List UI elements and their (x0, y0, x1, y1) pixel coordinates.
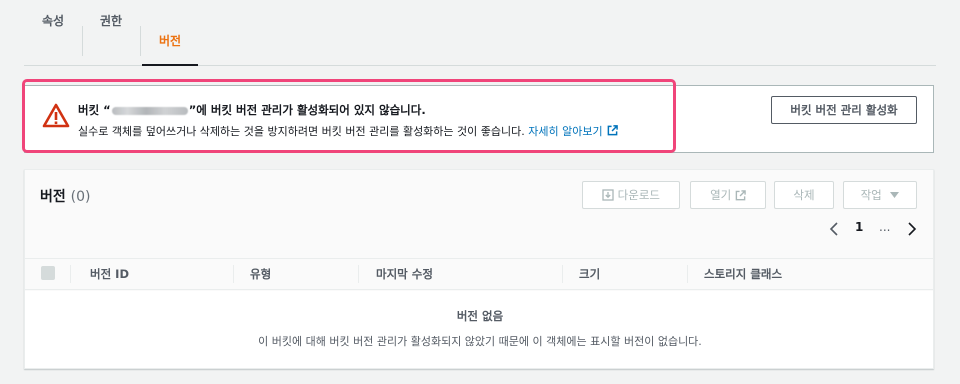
column-divider (562, 265, 563, 283)
column-header-version-id[interactable]: 버전 ID (90, 266, 129, 282)
alert-title-suffix: ”에 버킷 버전 관리가 활성화되어 있지 않습니다. (188, 103, 426, 117)
tab-divider (82, 26, 83, 56)
empty-state-title: 버전 없음 (456, 309, 504, 323)
next-page-icon[interactable] (907, 222, 917, 236)
alert-title: 버킷 “ ”에 버킷 버전 관리가 활성화되어 있지 않습니다. (78, 102, 426, 118)
open-button[interactable]: 열기 (690, 181, 766, 209)
tab-properties[interactable]: 속성 (34, 0, 72, 46)
tab-versions[interactable]: 버전 (142, 20, 198, 66)
version-count: (0) (70, 189, 91, 205)
enable-versioning-button[interactable]: 버킷 버전 관리 활성화 (771, 96, 917, 124)
page-number[interactable]: 1 (855, 220, 863, 234)
tab-divider (140, 26, 141, 56)
delete-button[interactable]: 삭제 (774, 181, 834, 209)
download-label: 다운로드 (617, 188, 660, 202)
select-all-checkbox[interactable] (41, 266, 55, 280)
page-ellipsis: ... (879, 220, 891, 234)
open-label: 열기 (710, 188, 732, 202)
column-header-last-modified[interactable]: 마지막 수정 (376, 266, 433, 282)
learn-more-label: 자세히 알아보기 (528, 125, 603, 138)
learn-more-link[interactable]: 자세히 알아보기 (528, 125, 618, 138)
empty-state-description: 이 버킷에 대해 버킷 버전 관리가 활성화되지 않았기 때문에 이 객체에는 … (258, 335, 702, 348)
column-header-size[interactable]: 크기 (579, 266, 600, 282)
panel-title-text: 버전 (40, 189, 66, 205)
column-divider (358, 265, 359, 283)
column-divider (70, 265, 71, 283)
alert-description: 실수로 객체를 덮어쓰거나 삭제하는 것을 방지하려면 버킷 버전 관리를 활성… (78, 123, 618, 139)
external-link-icon (607, 125, 618, 136)
external-link-icon (735, 190, 746, 201)
prev-page-icon[interactable] (829, 222, 839, 236)
actions-dropdown[interactable]: 작업 (843, 181, 917, 209)
table-header (25, 258, 933, 290)
caret-down-icon (890, 192, 900, 198)
column-header-storage-class[interactable]: 스토리지 클래스 (704, 266, 782, 282)
column-header-type[interactable]: 유형 (250, 266, 271, 282)
actions-label: 작업 (860, 188, 882, 202)
download-button[interactable]: 다운로드 (582, 181, 680, 209)
tab-permissions[interactable]: 권한 (92, 0, 130, 46)
alert-title-prefix: 버킷 “ (78, 103, 111, 117)
alert-description-text: 실수로 객체를 덮어쓰거나 삭제하는 것을 방지하려면 버킷 버전 관리를 활성… (78, 125, 529, 138)
column-divider (687, 265, 688, 283)
redacted-bucket-name (111, 106, 188, 115)
table-body (25, 291, 933, 368)
column-divider (233, 265, 234, 283)
warning-icon (42, 103, 70, 128)
download-icon (602, 189, 614, 201)
panel-title: 버전 (0) (40, 186, 90, 206)
